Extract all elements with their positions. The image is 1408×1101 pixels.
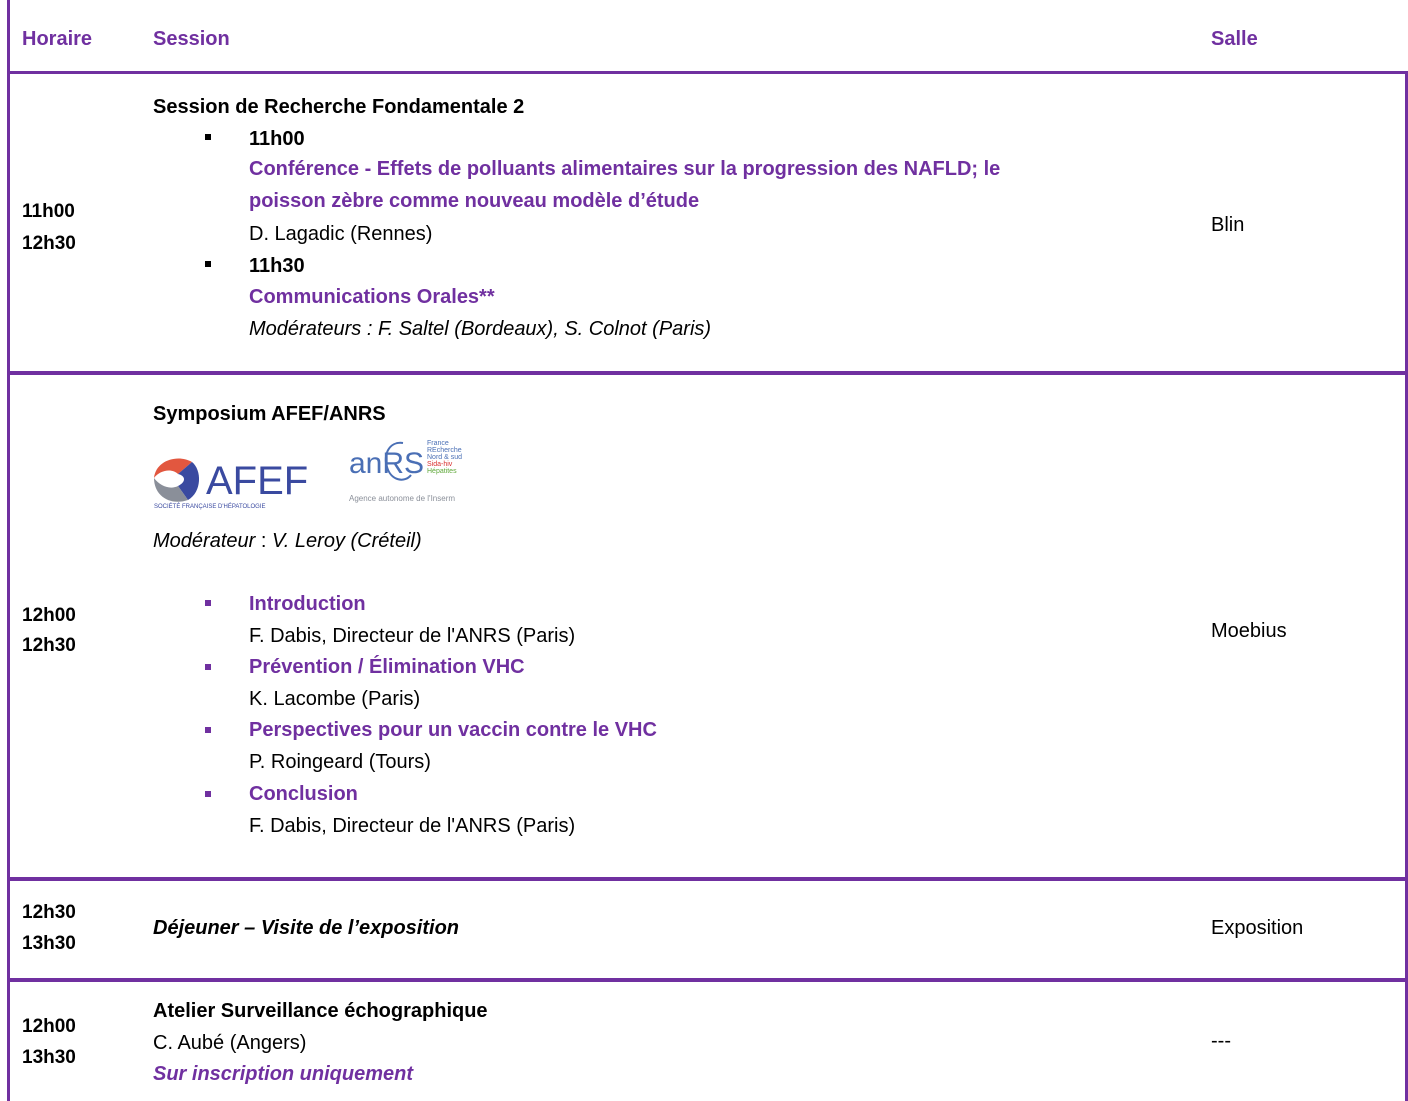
time-start: 12h30 (22, 902, 76, 923)
anrs-wordmark: anRS (349, 447, 424, 480)
talk-title: Communications Orales** (249, 286, 495, 308)
talk-title: Conclusion (249, 783, 358, 805)
time-start: 12h00 (22, 605, 76, 626)
speaker: F. Dabis, Directeur de l'ANRS (Paris) (249, 815, 576, 837)
anrs-logo: anRS France REcherche Nord & sud Sida-hi… (349, 440, 462, 503)
speaker: K. Lacombe (Paris) (249, 688, 421, 710)
talk-title: Perspectives pour un vaccin contre le VH… (249, 719, 657, 741)
speaker: F. Dabis, Directeur de l'ANRS (Paris) (249, 625, 576, 647)
moderator-sep: : (255, 530, 272, 552)
session-title: Symposium AFEF/ANRS (153, 403, 386, 425)
moderator-name: V. Leroy (Créteil) (271, 530, 422, 552)
bullet-icon (205, 791, 211, 797)
speaker: D. Lagadic (Rennes) (249, 223, 433, 245)
session-title: Déjeuner – Visite de l’exposition (153, 917, 460, 939)
time-end: 12h30 (22, 233, 76, 254)
afef-logo: AFEF SOCIÉTÉ FRANÇAISE D'HÉPATOLOGIE (154, 458, 308, 510)
svg-text:France: France (427, 440, 449, 447)
row-separator (7, 877, 1408, 881)
row-separator (7, 371, 1408, 375)
time-end: 13h30 (22, 1047, 76, 1068)
time-start: 12h00 (22, 1016, 76, 1037)
talk-title: Conférence - Effets de polluants aliment… (249, 158, 1001, 180)
registration-note: Sur inscription uniquement (153, 1063, 414, 1085)
talk-title: poisson zèbre comme nouveau modèle d’étu… (249, 190, 700, 212)
svg-text:REcherche: REcherche (427, 447, 462, 454)
bullet-icon (205, 261, 211, 267)
bullet-icon (205, 600, 211, 606)
item-time: 11h00 (249, 128, 305, 150)
session-title: Atelier Surveillance échographique (153, 1000, 488, 1022)
bullet-icon (205, 727, 211, 733)
room: --- (1211, 1030, 1231, 1052)
bullet-icon (205, 664, 211, 670)
talk-title: Introduction (249, 593, 366, 615)
bullet-icon (205, 134, 211, 140)
moderators: Modérateurs : F. Saltel (Bordeaux), S. C… (249, 318, 712, 340)
moderator-line: Modérateur : V. Leroy (Créteil) (153, 525, 422, 557)
talk-title: Prévention / Élimination VHC (249, 656, 525, 678)
svg-text:Nord & sud: Nord & sud (427, 454, 462, 461)
header-session: Session (153, 28, 230, 50)
time-end: 12h30 (22, 635, 76, 656)
header-room: Salle (1211, 28, 1258, 50)
room: Moebius (1211, 620, 1287, 642)
time-start: 11h00 (22, 201, 75, 222)
item-time: 11h30 (249, 255, 305, 277)
header-time: Horaire (22, 28, 93, 50)
time-end: 13h30 (22, 933, 76, 954)
anrs-agency: Agence autonome de l'Inserm (349, 494, 455, 503)
room: Exposition (1211, 917, 1304, 939)
program-page: Horaire Session Salle 11h00 12h30 Sessio… (0, 0, 1408, 1101)
svg-text:Hépatites: Hépatites (427, 468, 457, 475)
table-header: Horaire Session Salle (0, 0, 1408, 74)
afef-tagline: SOCIÉTÉ FRANÇAISE D'HÉPATOLOGIE (154, 503, 266, 510)
row-separator (7, 978, 1408, 982)
afef-wordmark: AFEF (206, 459, 308, 503)
left-border (7, 0, 10, 1101)
speaker: P. Roingeard (Tours) (249, 751, 431, 773)
room: Blin (1211, 214, 1245, 236)
svg-text:Sida-hiv: Sida-hiv (427, 461, 453, 468)
speaker: C. Aubé (Angers) (153, 1032, 307, 1054)
session-title: Session de Recherche Fondamentale 2 (153, 96, 525, 118)
header-separator (7, 71, 1408, 74)
moderator-label: Modérateur (153, 530, 256, 552)
